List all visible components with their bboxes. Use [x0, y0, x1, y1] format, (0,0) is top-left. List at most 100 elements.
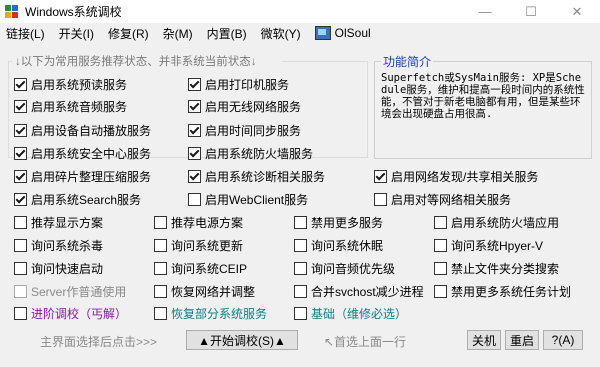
- checkbox-label: 启用碎片整理压缩服务: [31, 169, 152, 184]
- close-button[interactable]: ✕: [554, 0, 600, 23]
- checkbox-label: 恢复部分系统服务: [171, 306, 268, 321]
- group-divider: [8, 61, 12, 62]
- checkbox-box[interactable]: [294, 306, 307, 320]
- checkbox-box[interactable]: [154, 215, 167, 229]
- info-text: Superfetch或SysMain服务: XP是Schedule服务，维护和提…: [381, 72, 585, 120]
- checkbox-box[interactable]: [434, 238, 447, 252]
- start-tuning-button[interactable]: ▲开始调校(S)▲: [186, 330, 298, 350]
- checkbox-box[interactable]: [154, 306, 167, 320]
- checkbox-webclient-service[interactable]: 启用WebClient服务: [188, 191, 308, 207]
- checkbox-label: 基础（维修必选）: [311, 306, 408, 321]
- checkbox-restore-network[interactable]: 恢复网络并调整: [154, 283, 255, 299]
- checkbox-advanced-tuning[interactable]: 进阶调校（丐解）: [14, 305, 127, 321]
- checkbox-box[interactable]: [374, 169, 387, 183]
- checkbox-box[interactable]: [14, 99, 27, 113]
- checkbox-ask-hyperv[interactable]: 询问系统Hpyer-V: [434, 237, 543, 253]
- checkbox-audio-service[interactable]: 启用系统音频服务: [14, 98, 127, 114]
- checkbox-box[interactable]: [294, 238, 307, 252]
- checkbox-display-scheme[interactable]: 推荐显示方案: [14, 214, 103, 230]
- menu-switches[interactable]: 开关(I): [53, 25, 100, 42]
- hint-main-select: 主界面选择后点击>>>: [40, 335, 158, 349]
- menu-misc[interactable]: 杂(M): [157, 25, 199, 42]
- checkbox-firewall-service[interactable]: 启用系统防火墙服务: [188, 145, 313, 161]
- checkbox-box[interactable]: [188, 123, 201, 137]
- checkbox-ask-antivirus[interactable]: 询问系统杀毒: [14, 237, 103, 253]
- checkbox-wireless-service[interactable]: 启用无线网络服务: [188, 98, 301, 114]
- checkbox-p2p-network[interactable]: 启用对等网络相关服务: [374, 191, 511, 207]
- checkbox-network-discovery[interactable]: 启用网络发现/共享相关服务: [374, 168, 538, 184]
- checkbox-box[interactable]: [434, 284, 447, 298]
- checkbox-box[interactable]: [154, 238, 167, 252]
- restart-button[interactable]: 重启: [505, 330, 539, 350]
- checkbox-label: 启用设备自动播放服务: [31, 123, 152, 138]
- checkbox-box[interactable]: [154, 284, 167, 298]
- minimize-button[interactable]: —: [462, 0, 508, 23]
- checkbox-box[interactable]: [14, 215, 27, 229]
- checkbox-box[interactable]: [14, 238, 27, 252]
- menu-builtin[interactable]: 内置(B): [201, 25, 253, 42]
- menu-olsoul[interactable]: OlSoul: [309, 26, 377, 40]
- checkbox-box[interactable]: [188, 169, 201, 183]
- checkbox-firewall-app[interactable]: 启用系统防火墙应用: [434, 214, 559, 230]
- menu-olsoul-label: OlSoul: [334, 26, 371, 40]
- checkbox-security-center[interactable]: 启用系统安全中心服务: [14, 145, 151, 161]
- checkbox-autoplay-service[interactable]: 启用设备自动播放服务: [14, 122, 151, 138]
- about-button[interactable]: ?(A): [543, 330, 583, 350]
- checkbox-box[interactable]: [374, 192, 387, 206]
- checkbox-label: 启用系统安全中心服务: [31, 146, 152, 161]
- checkbox-box[interactable]: [14, 306, 27, 320]
- checkbox-merge-svchost[interactable]: 合并svchost减少进程: [294, 283, 424, 299]
- checkbox-box[interactable]: [14, 192, 27, 206]
- checkbox-label: 启用系统音频服务: [31, 99, 128, 114]
- checkbox-timesync-service[interactable]: 启用时间同步服务: [188, 122, 301, 138]
- checkbox-ask-ceip[interactable]: 询问系统CEIP: [154, 260, 247, 276]
- checkbox-search-service[interactable]: 启用系统Search服务: [14, 191, 141, 207]
- checkbox-label: 恢复网络并调整: [171, 284, 256, 299]
- checkbox-box[interactable]: [188, 192, 201, 206]
- checkbox-basic-repair[interactable]: 基础（维修必选）: [294, 305, 407, 321]
- checkbox-ask-audio-priority[interactable]: 询问音频优先级: [294, 260, 395, 276]
- checkbox-box[interactable]: [14, 146, 27, 160]
- checkbox-disable-more-services[interactable]: 禁用更多服务: [294, 214, 383, 230]
- checkbox-disable-task-scheduler[interactable]: 禁用更多系统任务计划: [434, 283, 571, 299]
- checkbox-box[interactable]: [434, 261, 447, 275]
- checkbox-box[interactable]: [188, 146, 201, 160]
- checkbox-box[interactable]: [14, 77, 27, 91]
- checkbox-label: 询问系统更新: [171, 238, 244, 253]
- checkbox-ask-fast-startup[interactable]: 询问快速启动: [14, 260, 103, 276]
- maximize-button[interactable]: ☐: [508, 0, 554, 23]
- menu-microsoft[interactable]: 微软(Y): [255, 25, 307, 42]
- checkbox-box[interactable]: [14, 123, 27, 137]
- checkbox-box[interactable]: [434, 215, 447, 229]
- checkbox-printer-service[interactable]: 启用打印机服务: [188, 76, 289, 92]
- checkbox-power-scheme[interactable]: 推荐电源方案: [154, 214, 243, 230]
- checkbox-prefetch-service[interactable]: 启用系统预读服务: [14, 76, 127, 92]
- checkbox-server-normal-use[interactable]: Server作普通使用: [14, 283, 126, 299]
- checkbox-label: 启用系统Search服务: [31, 192, 142, 207]
- checkbox-box[interactable]: [188, 99, 201, 113]
- checkbox-ask-update[interactable]: 询问系统更新: [154, 237, 243, 253]
- checkbox-box[interactable]: [154, 261, 167, 275]
- info-title: 功能简介: [381, 53, 434, 70]
- checkbox-box[interactable]: [294, 215, 307, 229]
- checkbox-box[interactable]: [188, 77, 201, 91]
- group-legend: ↓以下为常用服务推荐状态、并非系统当前状态↓: [14, 53, 258, 69]
- shutdown-button[interactable]: 关机: [467, 330, 501, 350]
- menu-links[interactable]: 链接(L): [0, 25, 51, 42]
- checkbox-box[interactable]: [294, 284, 307, 298]
- checkbox-disable-folder-search[interactable]: 禁止文件夹分类搜索: [434, 260, 559, 276]
- menu-bar: 链接(L) 开关(I) 修复(R) 杂(M) 内置(B) 微软(Y) OlSou…: [0, 23, 600, 43]
- checkbox-label: 禁用更多服务: [311, 215, 384, 230]
- checkbox-diagnostic-service[interactable]: 启用系统诊断相关服务: [188, 168, 325, 184]
- checkbox-box[interactable]: [14, 261, 27, 275]
- checkbox-box[interactable]: [14, 284, 27, 298]
- checkbox-label: 推荐电源方案: [171, 215, 244, 230]
- menu-repair[interactable]: 修复(R): [102, 25, 155, 42]
- checkbox-box[interactable]: [14, 169, 27, 183]
- checkbox-ask-hibernate[interactable]: 询问系统休眠: [294, 237, 383, 253]
- checkbox-restore-services[interactable]: 恢复部分系统服务: [154, 305, 267, 321]
- checkbox-label: 启用系统防火墙服务: [205, 146, 314, 161]
- checkbox-label: 合并svchost减少进程: [311, 284, 424, 299]
- checkbox-box[interactable]: [294, 261, 307, 275]
- checkbox-defrag-service[interactable]: 启用碎片整理压缩服务: [14, 168, 151, 184]
